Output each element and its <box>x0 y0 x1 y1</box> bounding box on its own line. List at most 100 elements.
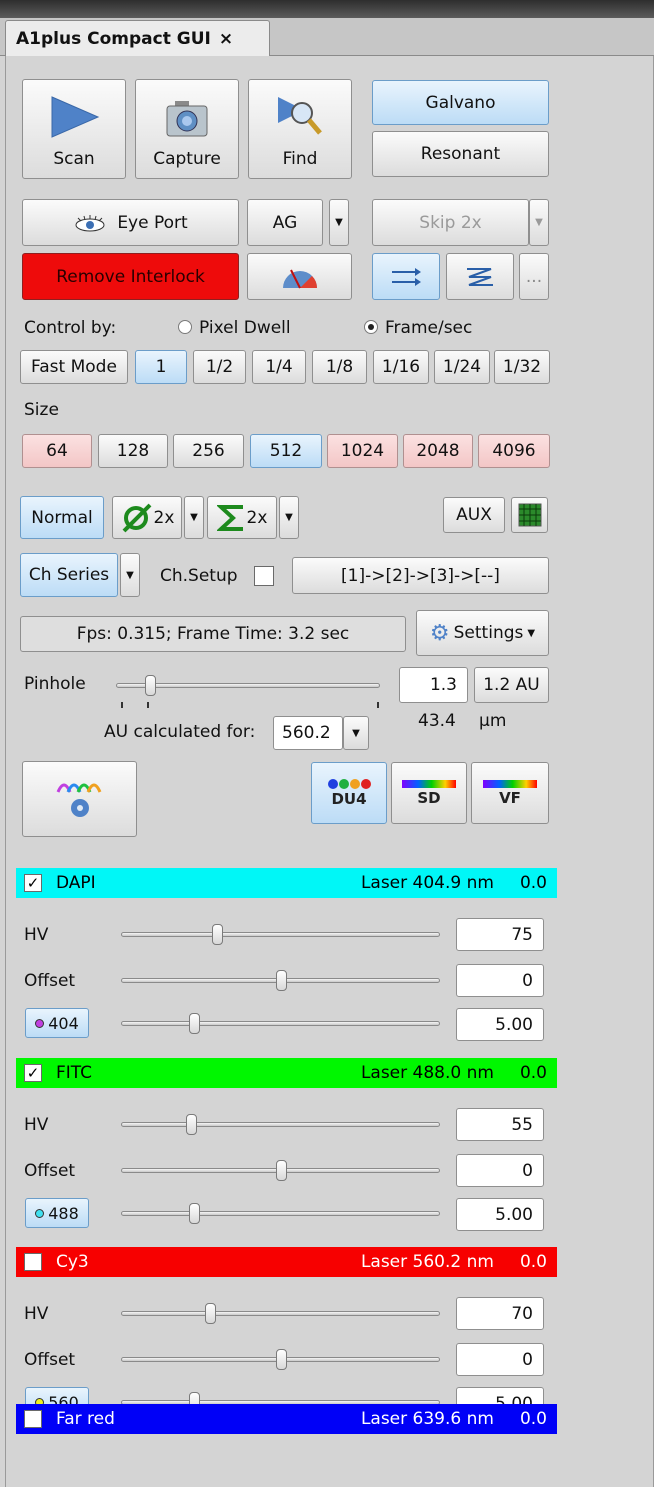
channel-value: 0.0 <box>519 1063 547 1083</box>
find-button[interactable]: Find <box>248 79 352 179</box>
speed-1-2-button[interactable]: 1/2 <box>193 350 246 384</box>
au-button[interactable]: 1.2 AU <box>474 667 549 703</box>
speed-1-24-button[interactable]: 1/24 <box>434 350 490 384</box>
find-icon <box>278 97 322 135</box>
laser-power-slider[interactable] <box>121 1211 440 1216</box>
normal-button[interactable]: Normal <box>20 496 104 539</box>
laser-line-button[interactable]: 404 <box>25 1008 89 1038</box>
size-128-button[interactable]: 128 <box>98 434 168 468</box>
vf-label: VF <box>499 789 521 807</box>
size-1024-button[interactable]: 1024 <box>327 434 398 468</box>
channel-order-button[interactable]: [1]->[2]->[3]->[--] <box>292 557 549 594</box>
integrate-button[interactable]: 2x <box>207 496 277 539</box>
scan-label: Scan <box>53 149 95 169</box>
hv-slider[interactable] <box>121 1311 440 1316</box>
scan-button[interactable]: Scan <box>22 79 126 179</box>
tab-a1plus[interactable]: A1plus Compact GUI × <box>5 20 270 57</box>
galvano-button[interactable]: Galvano <box>372 80 549 125</box>
vf-button[interactable]: VF <box>471 762 549 824</box>
hv-value-field[interactable]: 70 <box>456 1297 544 1330</box>
gain-meter-button[interactable] <box>247 253 352 300</box>
ch-setup-checkbox[interactable] <box>254 566 274 586</box>
ag-button[interactable]: AG <box>247 199 323 246</box>
hv-label: HV <box>24 1304 49 1324</box>
hv-slider-thumb[interactable] <box>205 1303 216 1324</box>
hv-value-field[interactable]: 55 <box>456 1108 544 1141</box>
average-dropdown[interactable]: ▼ <box>184 496 204 539</box>
channel-name: DAPI <box>56 873 96 893</box>
channel-checkbox[interactable]: ✓ <box>24 874 42 892</box>
fast-mode-button[interactable]: Fast Mode <box>20 350 128 384</box>
laser-power-slider-thumb[interactable] <box>189 1013 200 1034</box>
resonant-button[interactable]: Resonant <box>372 131 549 177</box>
speed-1-4-button[interactable]: 1/4 <box>252 350 306 384</box>
size-256-button[interactable]: 256 <box>173 434 244 468</box>
laser-power-value-field[interactable]: 5.00 <box>456 1008 544 1041</box>
channel-checkbox[interactable]: ✓ <box>24 1253 42 1271</box>
skip-button[interactable]: Skip 2x <box>372 199 529 246</box>
du4-label: DU4 <box>331 790 367 808</box>
hv-slider-thumb[interactable] <box>212 924 223 945</box>
offset-value-field[interactable]: 0 <box>456 1154 544 1187</box>
spectral-settings-button[interactable] <box>22 761 137 837</box>
grid-button[interactable] <box>511 497 548 533</box>
bidirectional-scan-button[interactable] <box>446 253 514 300</box>
tick-mark <box>147 702 149 708</box>
skip-dropdown[interactable]: ▼ <box>529 199 549 246</box>
channel-checkbox[interactable] <box>24 1410 42 1428</box>
average-icon <box>122 503 151 532</box>
au-calc-select[interactable]: 560.2 <box>273 716 343 750</box>
speed-1-8-button[interactable]: 1/8 <box>312 350 367 384</box>
laser-power-value-field[interactable]: 5.00 <box>456 1198 544 1231</box>
aux-button[interactable]: AUX <box>443 497 505 533</box>
hv-slider[interactable] <box>121 932 440 937</box>
speed-1-button[interactable]: 1 <box>135 350 187 384</box>
camera-icon <box>166 101 208 137</box>
unidirectional-scan-button[interactable] <box>372 253 440 300</box>
average-button[interactable]: 2x <box>112 496 182 539</box>
ag-dropdown[interactable]: ▼ <box>329 199 349 246</box>
size-label: Size <box>24 400 59 420</box>
channel-value: 0.0 <box>519 1252 547 1272</box>
pinhole-value-field[interactable]: 1.3 <box>399 667 468 703</box>
size-2048-button[interactable]: 2048 <box>403 434 473 468</box>
laser-power-slider-thumb[interactable] <box>189 1203 200 1224</box>
speed-1-32-button[interactable]: 1/32 <box>494 350 550 384</box>
hv-slider-thumb[interactable] <box>186 1114 197 1135</box>
hv-slider[interactable] <box>121 1122 440 1127</box>
frame-sec-label: Frame/sec <box>385 318 473 338</box>
offset-slider-thumb[interactable] <box>276 970 287 991</box>
integrate-label: 2x <box>246 507 268 528</box>
eye-port-button[interactable]: Eye Port <box>22 199 239 246</box>
au-calc-dropdown[interactable]: ▼ <box>343 716 369 750</box>
capture-button[interactable]: Capture <box>135 79 239 179</box>
channel-header-dapi: ✓ DAPI Laser 404.9 nm 0.0 <box>16 868 557 898</box>
size-512-button[interactable]: 512 <box>250 434 322 468</box>
pixel-dwell-radio[interactable]: Pixel Dwell <box>178 318 291 338</box>
frame-sec-radio[interactable]: Frame/sec <box>364 318 472 338</box>
size-4096-button[interactable]: 4096 <box>478 434 550 468</box>
ch-series-dropdown[interactable]: ▼ <box>120 553 140 597</box>
settings-button[interactable]: ⚙ Settings ▼ <box>416 610 549 656</box>
pinhole-slider-thumb[interactable] <box>145 675 156 696</box>
laser-power-slider[interactable] <box>121 1021 440 1026</box>
offset-slider-thumb[interactable] <box>276 1160 287 1181</box>
size-64-button[interactable]: 64 <box>22 434 92 468</box>
grid-icon <box>518 503 541 527</box>
sigma-icon <box>216 504 243 531</box>
ch-series-button[interactable]: Ch Series <box>20 553 118 597</box>
eye-port-label: Eye Port <box>117 212 188 233</box>
du4-button[interactable]: DU4 <box>311 762 387 824</box>
channel-checkbox[interactable]: ✓ <box>24 1064 42 1082</box>
close-icon[interactable]: × <box>219 29 233 49</box>
speed-1-16-button[interactable]: 1/16 <box>373 350 429 384</box>
remove-interlock-button[interactable]: Remove Interlock <box>22 253 239 300</box>
offset-value-field[interactable]: 0 <box>456 964 544 997</box>
offset-slider-thumb[interactable] <box>276 1349 287 1370</box>
offset-value-field[interactable]: 0 <box>456 1343 544 1376</box>
integrate-dropdown[interactable]: ▼ <box>279 496 299 539</box>
sd-button[interactable]: SD <box>391 762 467 824</box>
hv-value-field[interactable]: 75 <box>456 918 544 951</box>
laser-line-button[interactable]: 488 <box>25 1198 89 1228</box>
more-button[interactable]: ... <box>519 253 549 300</box>
